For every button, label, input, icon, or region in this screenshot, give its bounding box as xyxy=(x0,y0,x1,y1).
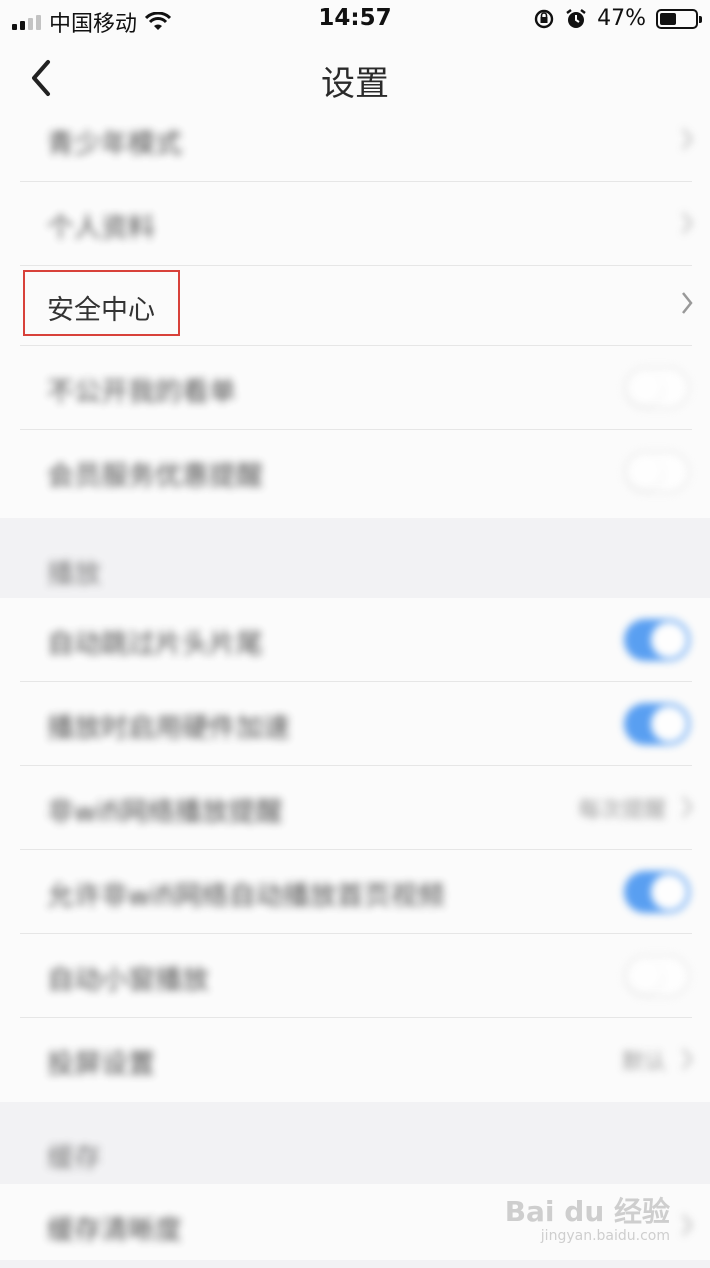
setting-label: 自动小窗播放 xyxy=(47,965,209,996)
orientation-lock-icon xyxy=(534,9,554,28)
toggle-switch[interactable] xyxy=(624,367,690,409)
setting-label: 青少年模式 xyxy=(47,129,182,160)
watermark-sub: jingyan.baidu.com xyxy=(540,1228,670,1244)
setting-label: 不公开我的看单 xyxy=(47,377,236,408)
battery-percent: 47% xyxy=(597,6,646,31)
watermark-text: Bai du 经验 xyxy=(504,1195,670,1228)
toggle-switch[interactable] xyxy=(624,619,690,661)
highlight-annotation xyxy=(23,270,180,336)
toggle-switch[interactable] xyxy=(624,871,690,913)
battery-icon xyxy=(656,8,702,29)
setting-row-nonwifi-autoplay[interactable]: 允许非wifi网络自动播放首页视频 xyxy=(0,850,710,934)
section-header-label: 缓存 xyxy=(47,1143,101,1174)
setting-row-profile[interactable]: 个人资料 xyxy=(0,182,710,266)
setting-label: 允许非wifi网络自动播放首页视频 xyxy=(47,881,445,912)
baidu-jingyan-watermark: Bai du 经验 jingyan.baidu.com xyxy=(505,1190,670,1244)
chevron-right-icon xyxy=(682,796,693,818)
setting-label: 自动跳过片头片尾 xyxy=(47,629,263,660)
status-bar: 中国移动 14:57 47% xyxy=(0,0,710,38)
toggle-switch[interactable] xyxy=(624,703,690,745)
section-header-cache: 缓存 xyxy=(0,1102,710,1192)
setting-row-vip-reminder[interactable]: 会员服务优惠提醒 xyxy=(0,430,710,514)
chevron-right-icon xyxy=(682,292,693,314)
section-header-label: 播放 xyxy=(47,559,101,590)
section-header-play: 播放 xyxy=(0,518,710,608)
toggle-switch[interactable] xyxy=(624,451,690,493)
setting-row-cast[interactable]: 投屏设置 默认 xyxy=(0,1018,710,1102)
settings-group-play: 自动跳过片头片尾 播放时启用硬件加速 非wifi网络播放提醒 每次提醒 允许非w… xyxy=(0,598,710,1102)
setting-row-hw-accel[interactable]: 播放时启用硬件加速 xyxy=(0,682,710,766)
chevron-right-icon xyxy=(682,1214,693,1236)
toggle-switch[interactable] xyxy=(624,955,690,997)
setting-row-private-list[interactable]: 不公开我的看单 xyxy=(0,346,710,430)
setting-label: 非wifi网络播放提醒 xyxy=(47,797,283,828)
setting-row-teen-mode[interactable]: 青少年模式 xyxy=(0,98,710,182)
setting-label: 个人资料 xyxy=(47,213,155,244)
setting-label: 缓存清晰度 xyxy=(47,1215,182,1246)
setting-row-mini-window[interactable]: 自动小窗播放 xyxy=(0,934,710,1018)
setting-row-skip-intro[interactable]: 自动跳过片头片尾 xyxy=(0,598,710,682)
setting-label: 投屏设置 xyxy=(47,1049,155,1080)
chevron-right-icon xyxy=(682,1048,693,1070)
chevron-right-icon xyxy=(682,128,693,150)
setting-row-nonwifi-reminder[interactable]: 非wifi网络播放提醒 每次提醒 xyxy=(0,766,710,850)
setting-value: 每次提醒 xyxy=(577,798,666,823)
alarm-icon xyxy=(566,8,586,28)
chevron-right-icon xyxy=(682,212,693,234)
setting-label: 会员服务优惠提醒 xyxy=(47,461,263,492)
setting-value: 默认 xyxy=(621,1050,666,1075)
setting-label: 播放时启用硬件加速 xyxy=(47,713,290,744)
